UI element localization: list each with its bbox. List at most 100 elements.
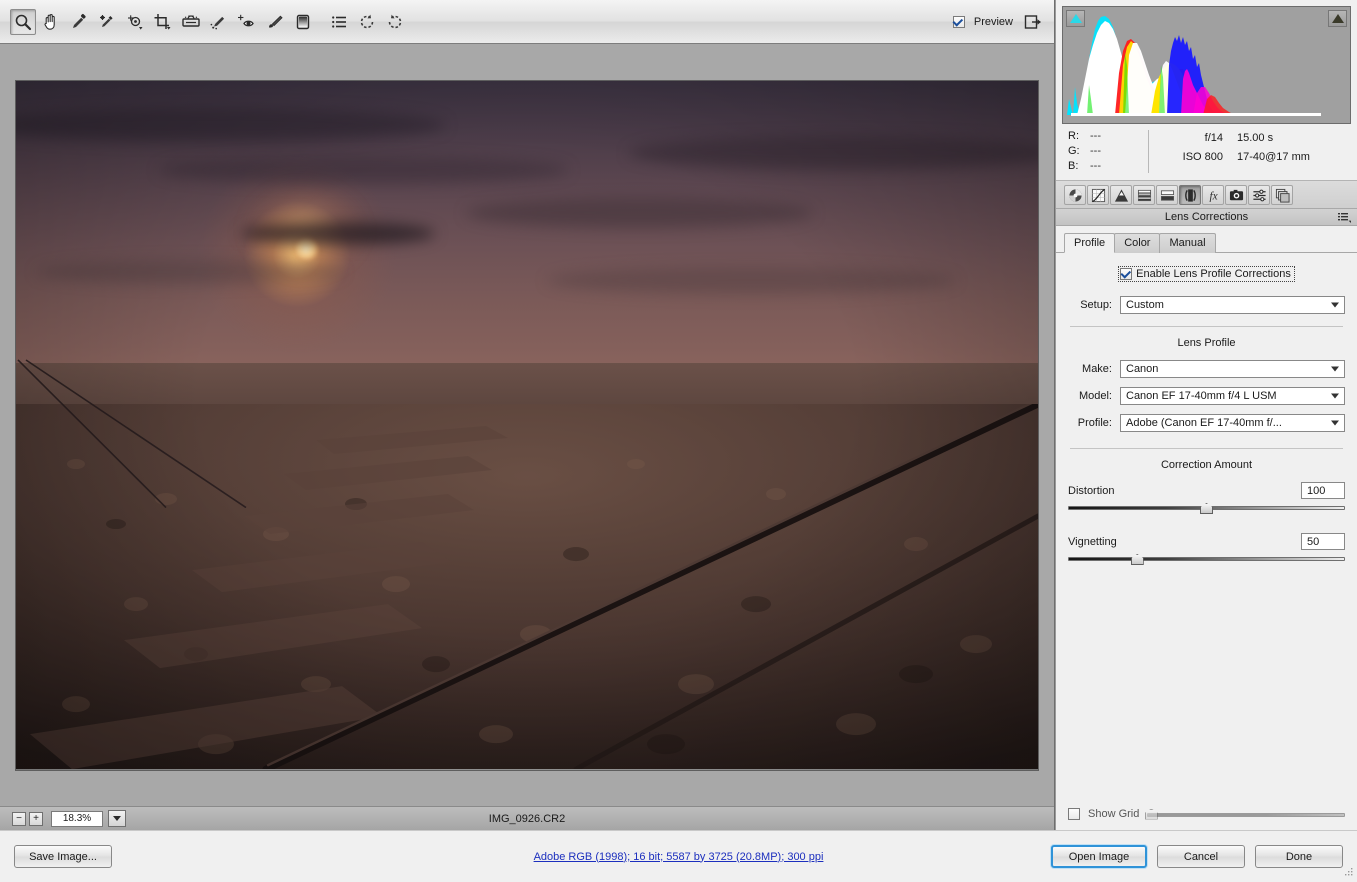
- photo-canvas: [16, 80, 1038, 770]
- shutter-speed-value: 15.00 s: [1237, 132, 1274, 144]
- snapshots-panel-icon[interactable]: [1271, 185, 1293, 205]
- image-preview[interactable]: [16, 80, 1038, 770]
- show-grid-checkbox[interactable]: [1068, 808, 1080, 820]
- grid-size-slider[interactable]: [1144, 808, 1345, 820]
- tone-curve-panel-icon[interactable]: [1087, 185, 1109, 205]
- preview-checkbox[interactable]: [952, 15, 965, 28]
- vignetting-slider-handle[interactable]: [1130, 554, 1144, 565]
- vignetting-slider-head: Vignetting 50: [1068, 533, 1345, 550]
- main-content-row: Preview − + 18.3% IMG_0926.CR2 R: --- G:…: [0, 0, 1357, 830]
- camera-raw-window: Preview − + 18.3% IMG_0926.CR2 R: --- G:…: [0, 0, 1357, 882]
- make-dropdown[interactable]: Canon: [1120, 360, 1345, 378]
- hand-tool-icon[interactable]: [38, 9, 64, 35]
- straighten-tool-icon[interactable]: [178, 9, 204, 35]
- aperture-value: f/14: [1204, 132, 1223, 144]
- split-toning-panel-icon[interactable]: [1156, 185, 1178, 205]
- show-grid-row: Show Grid: [1068, 808, 1345, 820]
- toggle-fullscreen-icon[interactable]: [1022, 12, 1044, 32]
- open-preferences-icon[interactable]: [326, 9, 352, 35]
- model-dropdown[interactable]: Canon EF 17-40mm f/4 L USM: [1120, 387, 1345, 405]
- histogram[interactable]: [1062, 6, 1351, 124]
- rotate-clockwise-icon[interactable]: [382, 9, 408, 35]
- chevron-down-icon: [1331, 366, 1339, 372]
- distortion-slider[interactable]: [1068, 503, 1345, 514]
- targeted-adjustment-tool-icon[interactable]: [122, 9, 148, 35]
- lens-corrections-panel-icon[interactable]: [1179, 185, 1201, 205]
- profile-dropdown[interactable]: Adobe (Canon EF 17-40mm f/...: [1120, 414, 1345, 432]
- vignetting-slider-block: Vignetting 50: [1068, 533, 1345, 565]
- svg-text:fx: fx: [1209, 190, 1217, 202]
- vignetting-value-field[interactable]: 50: [1301, 533, 1345, 550]
- distortion-value-field[interactable]: 100: [1301, 482, 1345, 499]
- profile-label: Profile:: [1077, 417, 1112, 429]
- distortion-slider-head: Distortion 100: [1068, 482, 1345, 499]
- zoom-controls: − + 18.3%: [12, 810, 126, 827]
- hsl-grayscale-panel-icon[interactable]: [1133, 185, 1155, 205]
- setup-dropdown[interactable]: Custom: [1120, 296, 1345, 314]
- rgb-row: R: ---: [1068, 129, 1148, 144]
- divider: [1070, 326, 1343, 327]
- effects-panel-icon[interactable]: fx: [1202, 185, 1224, 205]
- rotate-counterclockwise-icon[interactable]: [354, 9, 380, 35]
- enable-lens-profile-checkbox[interactable]: [1120, 268, 1133, 280]
- open-image-button[interactable]: Open Image: [1051, 845, 1147, 868]
- zoom-level-dropdown[interactable]: [108, 810, 126, 827]
- tab-color[interactable]: Color: [1114, 233, 1161, 253]
- zoom-status-bar: − + 18.3% IMG_0926.CR2: [0, 806, 1054, 830]
- zoom-tool-icon[interactable]: [10, 8, 36, 35]
- correction-amount-title: Correction Amount: [1160, 459, 1253, 471]
- profile-row: Profile: Adobe (Canon EF 17-40mm f/...: [1068, 414, 1345, 432]
- highlight-clipping-warning[interactable]: [1328, 10, 1347, 27]
- focal-length-value: 17-40@17 mm: [1237, 151, 1310, 163]
- dialog-buttons: Open Image Cancel Done: [1051, 845, 1343, 868]
- red-eye-removal-tool-icon[interactable]: [234, 9, 260, 35]
- distortion-label: Distortion: [1068, 484, 1115, 497]
- vignetting-slider[interactable]: [1068, 554, 1345, 565]
- shadow-clipping-warning[interactable]: [1066, 10, 1085, 27]
- panel-flyout-menu-icon[interactable]: [1338, 212, 1351, 226]
- image-readout: R: --- G: --- B: --- f/14 15.00 s ISO 80…: [1056, 124, 1357, 181]
- zoom-in-button[interactable]: +: [29, 811, 43, 826]
- crop-tool-icon[interactable]: [150, 9, 176, 35]
- resize-grip[interactable]: [1343, 866, 1354, 880]
- rgb-row: G: ---: [1068, 144, 1148, 159]
- make-label: Make:: [1082, 363, 1112, 375]
- rgb-row: B: ---: [1068, 159, 1148, 174]
- graduated-filter-tool-icon[interactable]: [290, 9, 316, 35]
- image-stage[interactable]: [0, 44, 1054, 806]
- enable-lens-profile-label: Enable Lens Profile Corrections: [1136, 268, 1291, 280]
- adjustment-brush-tool-icon[interactable]: [262, 9, 288, 35]
- detail-panel-icon[interactable]: [1110, 185, 1132, 205]
- model-label: Model:: [1078, 390, 1112, 402]
- rgb-channel-value: ---: [1090, 130, 1101, 142]
- bottom-bar: Save Image... Adobe RGB (1998); 16 bit; …: [0, 830, 1357, 882]
- iso-value: ISO 800: [1182, 151, 1223, 163]
- vignetting-label: Vignetting: [1068, 535, 1117, 548]
- distortion-slider-handle[interactable]: [1200, 503, 1213, 514]
- exif-line-top: f/14 15.00 s: [1163, 129, 1347, 148]
- camera-calibration-panel-icon[interactable]: [1225, 185, 1247, 205]
- enable-lens-profile-focus[interactable]: Enable Lens Profile Corrections: [1118, 266, 1295, 282]
- presets-panel-icon[interactable]: [1248, 185, 1270, 205]
- zoom-level-value[interactable]: 18.3%: [51, 810, 103, 827]
- adjustments-pane: R: --- G: --- B: --- f/14 15.00 s ISO 80…: [1055, 0, 1357, 830]
- grid-size-slider-handle[interactable]: [1144, 808, 1158, 820]
- tab-profile[interactable]: Profile: [1064, 233, 1116, 253]
- panel-tab-strip: fx: [1056, 181, 1357, 209]
- divider: [1070, 448, 1343, 449]
- enable-lens-profile-row: Enable Lens Profile Corrections: [1068, 266, 1345, 282]
- exif-line-bottom: ISO 800 17-40@17 mm: [1163, 148, 1347, 167]
- rgb-channel-label: B:: [1068, 160, 1079, 172]
- done-button[interactable]: Done: [1255, 845, 1343, 868]
- zoom-out-button[interactable]: −: [12, 811, 26, 826]
- color-sampler-tool-icon[interactable]: [94, 9, 120, 35]
- profile-tab-content: Enable Lens Profile Corrections Setup: C…: [1056, 253, 1357, 830]
- setup-row: Setup: Custom: [1068, 296, 1345, 314]
- chevron-down-icon: [1331, 420, 1339, 426]
- cancel-button[interactable]: Cancel: [1157, 845, 1245, 868]
- setup-label: Setup:: [1080, 299, 1112, 311]
- white-balance-tool-icon[interactable]: [66, 9, 92, 35]
- spot-removal-tool-icon[interactable]: [206, 9, 232, 35]
- basic-panel-icon[interactable]: [1064, 185, 1086, 205]
- tab-manual[interactable]: Manual: [1159, 233, 1216, 253]
